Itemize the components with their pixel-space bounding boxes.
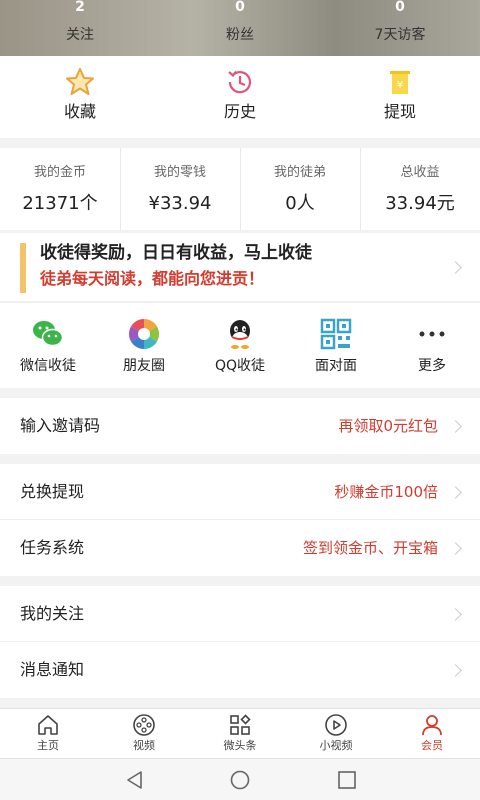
- share-moments-label: 朋友圈: [123, 358, 165, 374]
- withdraw-button[interactable]: ¥ 提现: [320, 66, 480, 122]
- recruit-promo-banner[interactable]: 收徒得奖励，日日有收益，马上收徒 徒弟每天阅读，都能向您进贡！: [0, 233, 480, 301]
- share-face-to-face-label: 面对面: [315, 358, 357, 374]
- qrcode-icon: [320, 318, 352, 350]
- clock-icon: [228, 70, 252, 94]
- history-button[interactable]: 历史: [160, 66, 320, 122]
- share-qq-button[interactable]: QQ收徒: [192, 317, 288, 375]
- qq-icon: [230, 320, 250, 349]
- tab-micro-headline[interactable]: 微头条: [192, 713, 288, 753]
- my-following-row[interactable]: 我的关注: [0, 586, 480, 642]
- share-more-label: 更多: [418, 358, 446, 374]
- profile-header: 2 关注 0 粉丝 0 7天访客: [0, 0, 480, 56]
- svg-text:¥: ¥: [397, 80, 403, 91]
- favorites-label: 收藏: [63, 102, 96, 121]
- wallet-summary: 我的金币 21371个 我的零钱 ¥33.94 我的徒弟 0人 总收益 33.9…: [0, 148, 480, 230]
- share-face-to-face-button[interactable]: 面对面: [288, 317, 384, 375]
- chevron-right-icon: [449, 486, 462, 499]
- more-icon: [419, 331, 445, 337]
- promo-subline: 徒弟每天阅读，都能向您进贡！: [40, 269, 265, 288]
- user-icon: [422, 715, 442, 736]
- withdraw-icon: ¥: [390, 71, 410, 94]
- stat-visitors-count: 0: [395, 0, 405, 12]
- stat-visitors[interactable]: 0 7天访客: [320, 0, 480, 44]
- stat-following-count: 2: [75, 0, 85, 12]
- share-wechat-label: 微信收徒: [20, 358, 76, 374]
- stat-fans-label: 粉丝: [226, 27, 254, 43]
- stat-following-label: 关注: [66, 27, 94, 43]
- tab-video-label: 视频: [133, 739, 155, 752]
- quick-actions: 收藏 历史 ¥ 提现: [0, 56, 480, 138]
- wallet-change-label: 我的零钱: [153, 165, 206, 180]
- wallet-coins-label: 我的金币: [33, 165, 86, 180]
- chevron-right-icon: [449, 542, 462, 555]
- share-wechat-button[interactable]: 微信收徒: [0, 317, 96, 375]
- stat-fans-count: 0: [235, 0, 245, 12]
- wallet-change-value: ¥33.94: [148, 193, 212, 214]
- stat-visitors-label: 7天访客: [374, 27, 426, 43]
- share-options: 微信收徒 朋友圈 QQ收徒 面对面 更多: [0, 302, 480, 388]
- invite-code-row[interactable]: 输入邀请码 再领取0元红包: [0, 398, 480, 454]
- tab-member-label: 会员: [421, 739, 443, 752]
- home-circle-icon[interactable]: [229, 769, 251, 791]
- film-icon: [133, 714, 155, 736]
- notifications-row[interactable]: 消息通知: [0, 642, 480, 698]
- promo-headline: 收徒得奖励，日日有收益，马上收徒: [40, 243, 312, 263]
- history-label: 历史: [223, 102, 256, 121]
- moments-icon: [128, 319, 160, 349]
- task-system-label: 任务系统: [20, 538, 85, 557]
- task-system-hint: 签到领金币、开宝箱: [302, 539, 438, 557]
- chevron-right-icon: [449, 608, 462, 621]
- chevron-right-icon: [449, 261, 462, 274]
- my-following-label: 我的关注: [20, 604, 85, 623]
- tab-video[interactable]: 视频: [96, 713, 192, 753]
- wallet-apprentices-label: 我的徒弟: [273, 165, 326, 180]
- tab-home-label: 主页: [37, 739, 59, 752]
- exchange-withdraw-label: 兑换提现: [20, 482, 85, 501]
- wechat-icon: [33, 321, 64, 347]
- withdraw-label: 提现: [383, 102, 416, 121]
- stat-following[interactable]: 2 关注: [0, 0, 160, 44]
- play-icon: [325, 714, 347, 736]
- promo-accent-bar: [20, 243, 26, 293]
- grid-icon: [230, 714, 251, 735]
- star-icon: [66, 68, 94, 95]
- share-moments-button[interactable]: 朋友圈: [96, 317, 192, 375]
- favorites-button[interactable]: 收藏: [0, 66, 160, 122]
- system-navigation-bar: [0, 758, 480, 800]
- wallet-change[interactable]: 我的零钱 ¥33.94: [120, 148, 240, 230]
- bottom-tab-bar: 主页 视频 微头条 小视频 会员: [0, 708, 480, 758]
- wallet-total-income-value: 33.94元: [385, 193, 455, 214]
- wallet-apprentices[interactable]: 我的徒弟 0人: [240, 148, 360, 230]
- task-system-row[interactable]: 任务系统 签到领金币、开宝箱: [0, 520, 480, 576]
- recent-apps-icon[interactable]: [336, 769, 358, 791]
- wallet-coins[interactable]: 我的金币 21371个: [0, 148, 120, 230]
- exchange-withdraw-hint: 秒赚金币100倍: [334, 483, 438, 501]
- invite-code-hint: 再领取0元红包: [338, 417, 438, 435]
- tab-micro-headline-label: 微头条: [223, 739, 257, 752]
- invite-code-label: 输入邀请码: [20, 416, 101, 435]
- home-icon: [38, 715, 58, 735]
- chevron-right-icon: [449, 664, 462, 677]
- back-icon[interactable]: [124, 769, 146, 791]
- notifications-label: 消息通知: [20, 660, 85, 679]
- tab-short-video-label: 小视频: [319, 739, 353, 752]
- chevron-right-icon: [449, 420, 462, 433]
- tab-home[interactable]: 主页: [0, 713, 96, 753]
- wallet-total-income-label: 总收益: [400, 165, 440, 180]
- tab-short-video[interactable]: 小视频: [288, 713, 384, 753]
- wallet-total-income[interactable]: 总收益 33.94元: [360, 148, 480, 230]
- stat-fans[interactable]: 0 粉丝: [160, 0, 320, 44]
- wallet-coins-value: 21371个: [22, 193, 98, 214]
- tab-member[interactable]: 会员: [384, 713, 480, 753]
- exchange-withdraw-row[interactable]: 兑换提现 秒赚金币100倍: [0, 464, 480, 520]
- wallet-apprentices-value: 0人: [285, 193, 315, 214]
- share-more-button[interactable]: 更多: [384, 317, 480, 375]
- share-qq-label: QQ收徒: [214, 358, 266, 374]
